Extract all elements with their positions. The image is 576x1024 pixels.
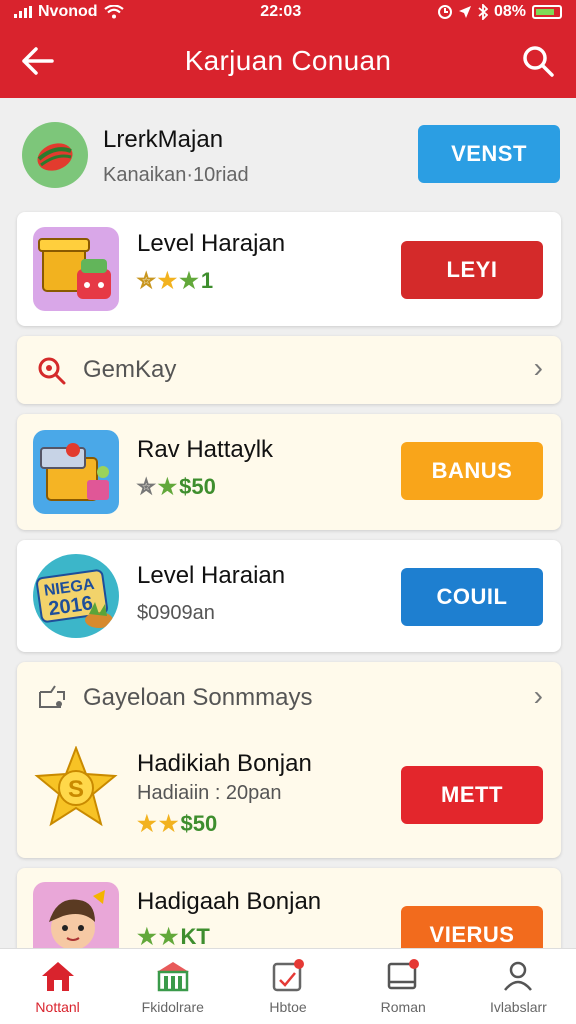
- reward-name-3: Level Haraian: [137, 562, 286, 589]
- star-outline-icon: ✮: [137, 474, 156, 499]
- reward-name-5: Hadigaah Bonjan: [137, 888, 322, 915]
- profile-action-button[interactable]: VENST: [418, 125, 560, 183]
- section-row-2[interactable]: Gayeloan Sonmmays ›: [17, 662, 561, 728]
- reward-card-1[interactable]: Level Harajan ✮ ★ ★ 1 LEYI: [17, 212, 561, 326]
- inbox-icon: [383, 958, 423, 993]
- rating-1: ✮ ★ ★ 1: [137, 268, 285, 294]
- reward-button-3[interactable]: COUIL: [401, 568, 543, 626]
- coin-letter: S: [68, 776, 84, 803]
- reward-name-1: Level Harajan: [137, 230, 286, 257]
- reward-thumbnail-4: S: [33, 746, 119, 830]
- star-icon: ★: [158, 811, 179, 836]
- reward-card-2[interactable]: Rav Hattaylk ✮ ★ $50 BANUS: [17, 414, 561, 530]
- reward-name-4: Hadikiah Bonjan: [137, 750, 312, 777]
- notification-dot: [409, 958, 420, 969]
- nav-item-store[interactable]: Fkidolrare: [115, 949, 230, 1024]
- star-icon: ★: [137, 924, 157, 949]
- battery-label: 08%: [493, 3, 526, 20]
- reward-button-1[interactable]: LEYI: [401, 241, 543, 299]
- nav-label-profile: Ivlabslarr: [490, 998, 547, 1015]
- reward-thumbnail-1: [33, 227, 119, 311]
- profile-subtitle: Kanaikan·10riad: [103, 164, 249, 186]
- gift-icon: [39, 685, 65, 708]
- signal-icon: [14, 6, 32, 18]
- bottom-nav: Nottanl Fkidolrare Hbtoe Roman Ivlabslar…: [0, 948, 576, 1024]
- app-header: Nvonod 22:03 08% Karjuan Conuan: [0, 0, 576, 98]
- nav-label-store: Fkidolrare: [141, 998, 204, 1015]
- star-outline-icon: ✮: [137, 268, 156, 293]
- search-icon[interactable]: [520, 43, 556, 79]
- search-icon: [38, 357, 66, 385]
- carrier-label: Nvonod: [38, 3, 98, 20]
- back-arrow-icon[interactable]: [20, 43, 56, 79]
- location-icon: [458, 6, 471, 18]
- reward-subtitle-4: Hadiaiin : 20pan: [137, 782, 282, 804]
- battery-icon: [532, 5, 562, 19]
- chevron-right-icon[interactable]: ›: [534, 352, 543, 384]
- clock: 22:03: [260, 3, 302, 20]
- rating-text-1: 1: [200, 268, 214, 293]
- notification-dot: [294, 958, 304, 969]
- nav-item-home[interactable]: Nottanl: [0, 949, 115, 1024]
- star-icon: ★: [157, 268, 178, 293]
- rating-2: ✮ ★ $50: [137, 474, 273, 500]
- star-icon: ★: [137, 811, 157, 836]
- reward-button-4[interactable]: METT: [401, 766, 543, 824]
- reward-button-2[interactable]: BANUS: [401, 442, 543, 500]
- chevron-right-icon[interactable]: ›: [534, 680, 543, 712]
- profile-icon: [498, 959, 538, 993]
- star-icon: ★: [158, 924, 179, 949]
- section-row-1[interactable]: GemKay ›: [17, 336, 561, 404]
- home-icon: [38, 959, 78, 993]
- nav-label-home: Nottanl: [35, 998, 80, 1015]
- wifi-icon: [103, 5, 124, 19]
- status-bar: Nvonod 22:03 08%: [0, 0, 576, 24]
- reward-price-3: $0909an: [137, 602, 215, 624]
- profile-row: LrerkMajan Kanaikan·10riad VENST: [0, 108, 576, 204]
- profile-name: LrerkMajan: [103, 126, 224, 153]
- nav-item-inbox[interactable]: Roman: [346, 949, 461, 1024]
- bluetooth-icon: [478, 4, 488, 20]
- rating-text-2: $50: [179, 474, 216, 499]
- reward-thumbnail-3: NIEGA 2016: [33, 554, 119, 638]
- rating-5: ★ ★ KT: [137, 924, 321, 950]
- rating-text-4: $50: [180, 811, 218, 836]
- nav-item-profile[interactable]: Ivlabslarr: [461, 949, 576, 1024]
- store-icon: [153, 959, 193, 993]
- nav-label-inbox: Roman: [380, 998, 426, 1015]
- reward-card-3[interactable]: NIEGA 2016 Level Haraian $0909an COUIL: [17, 540, 561, 652]
- reward-thumbnail-2: [33, 430, 119, 514]
- nav-item-tasks[interactable]: Hbtoe: [230, 949, 345, 1024]
- profile-avatar: [22, 122, 88, 188]
- rating-4: ★ ★ $50: [137, 811, 312, 837]
- star-icon: ★: [157, 474, 178, 499]
- section-group-2: Gayeloan Sonmmays › S Hadikiah Bonjan Ha…: [17, 662, 561, 858]
- nav-label-tasks: Hbtoe: [269, 998, 307, 1015]
- rating-text-5: KT: [180, 924, 210, 949]
- page-title: Karjuan Conuan: [184, 45, 392, 76]
- section-label-1: GemKay: [83, 356, 177, 383]
- section-label-2: Gayeloan Sonmmays: [83, 684, 313, 711]
- task-icon: [268, 958, 308, 993]
- alarm-icon: [437, 5, 452, 19]
- reward-name-2: Rav Hattaylk: [137, 436, 274, 463]
- star-icon: ★: [179, 268, 199, 293]
